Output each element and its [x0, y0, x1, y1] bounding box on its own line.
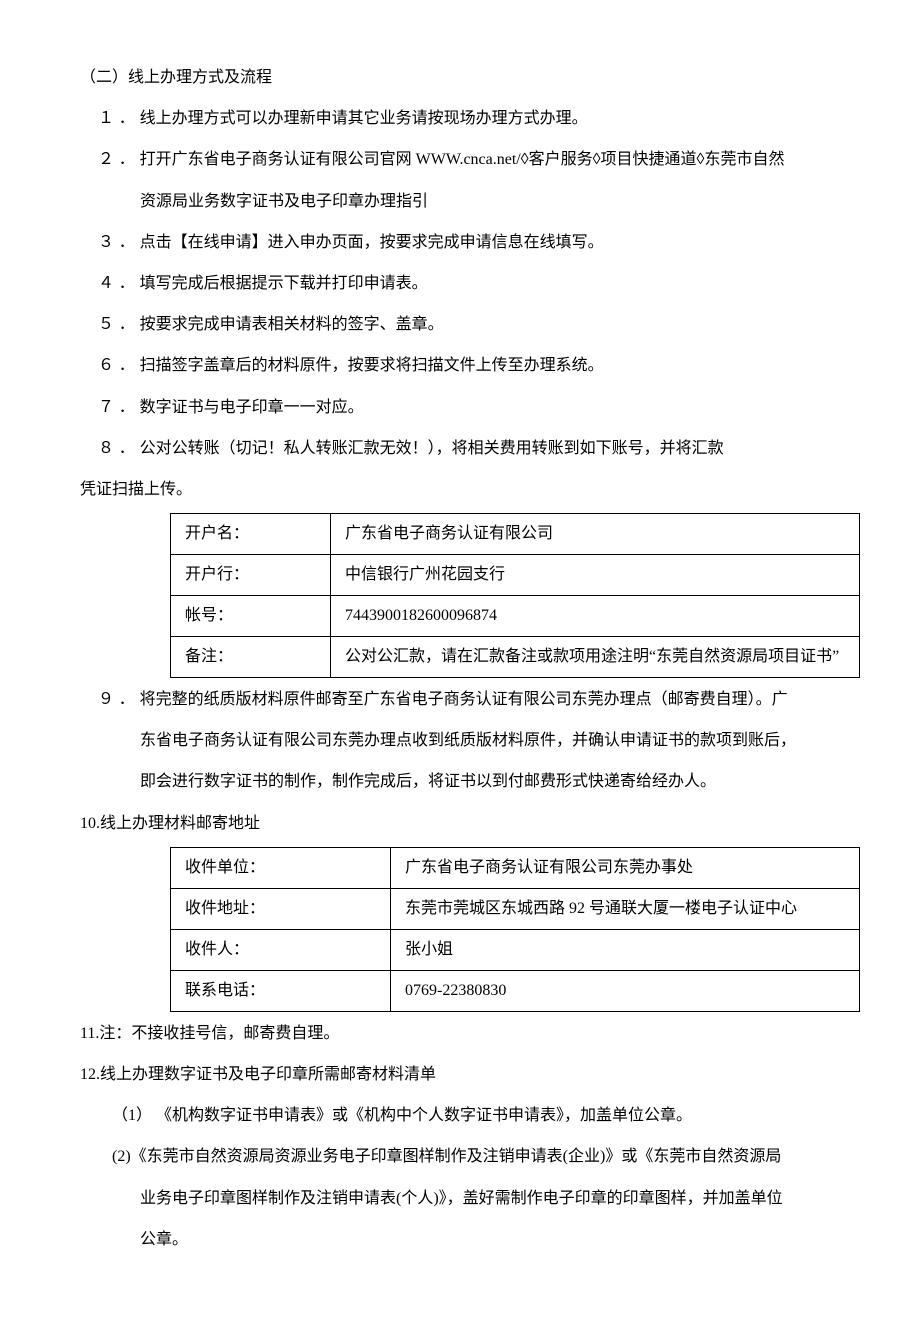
cell-label: 联系电话：	[171, 970, 391, 1011]
list-text: 点击【在线申请】进入申办页面，按要求完成申请信息在线填写。	[140, 234, 604, 251]
cell-label: 收件地址：	[171, 888, 391, 929]
cell-label: 收件人：	[171, 929, 391, 970]
list-num: １．	[98, 110, 140, 127]
cell-value: 0769-22380830	[391, 970, 860, 1011]
cell-value: 中信银行广州花园支行	[331, 555, 860, 596]
sub-item-12-1: （1） 《机构数字证书申请表》或《机构中个人数字证书申请表》，加盖单位公章。	[112, 1098, 840, 1133]
list-num: ２．	[98, 151, 140, 168]
list-text: 扫描签字盖章后的材料原件，按要求将扫描文件上传至办理系统。	[140, 357, 604, 374]
section-title: （二）线上办理方式及流程	[80, 60, 840, 95]
table-row: 帐号： 7443900182600096874	[171, 596, 860, 637]
list-num: ４．	[98, 275, 140, 292]
table-row: 收件人： 张小姐	[171, 929, 860, 970]
sub-item-12-2-cont1: 业务电子印章图样制作及注销申请表(个人)》，盖好需制作电子印章的印章图样，并加盖…	[140, 1181, 840, 1216]
list-text: 线上办理方式可以办理新申请其它业务请按现场办理方式办理。	[140, 110, 588, 127]
cell-label: 开户名：	[171, 514, 331, 555]
cell-value: 广东省电子商务认证有限公司东莞办事处	[391, 847, 860, 888]
list-item-8: ８．公对公转账（切记！私人转账汇款无效！），将相关费用转账到如下账号，并将汇款	[98, 431, 840, 466]
cell-value: 东莞市莞城区东城西路 92 号通联大厦一楼电子认证中心	[391, 888, 860, 929]
list-item-12: 12.线上办理数字证书及电子印章所需邮寄材料清单	[80, 1057, 840, 1092]
list-item-7: ７．数字证书与电子印章一一对应。	[98, 390, 840, 425]
cell-label: 备注：	[171, 637, 331, 678]
cell-label: 帐号：	[171, 596, 331, 637]
bank-info-table: 开户名： 广东省电子商务认证有限公司 开户行： 中信银行广州花园支行 帐号： 7…	[170, 513, 860, 678]
list-item-5: ５．按要求完成申请表相关材料的签字、盖章。	[98, 307, 840, 342]
table-row: 收件地址： 东莞市莞城区东城西路 92 号通联大厦一楼电子认证中心	[171, 888, 860, 929]
table-row: 开户名： 广东省电子商务认证有限公司	[171, 514, 860, 555]
list-num: ６．	[98, 357, 140, 374]
list-item-4: ４．填写完成后根据提示下载并打印申请表。	[98, 266, 840, 301]
sub-item-12-2: (2)《东莞市自然资源局资源业务电子印章图样制作及注销申请表(企业)》或《东莞市…	[112, 1139, 840, 1174]
cell-label: 收件单位：	[171, 847, 391, 888]
list-item-2: ２．打开广东省电子商务认证有限公司官网 WWW.cnca.net/◊客户服务◊项…	[98, 142, 840, 177]
list-num: ７．	[98, 399, 140, 416]
table-row: 开户行： 中信银行广州花园支行	[171, 555, 860, 596]
list-text: 按要求完成申请表相关材料的签字、盖章。	[140, 316, 444, 333]
list-text: 打开广东省电子商务认证有限公司官网 WWW.cnca.net/◊客户服务◊项目快…	[140, 151, 785, 168]
list-num: ５．	[98, 316, 140, 333]
list-item-8-cont: 凭证扫描上传。	[80, 472, 840, 507]
mailing-info-table: 收件单位： 广东省电子商务认证有限公司东莞办事处 收件地址： 东莞市莞城区东城西…	[170, 847, 860, 1012]
cell-value: 7443900182600096874	[331, 596, 860, 637]
list-item-3: ３．点击【在线申请】进入申办页面，按要求完成申请信息在线填写。	[98, 225, 840, 260]
list-text: 数字证书与电子印章一一对应。	[140, 399, 364, 416]
cell-value: 公对公汇款，请在汇款备注或款项用途注明“东莞自然资源局项目证书”	[331, 637, 860, 678]
list-text: 将完整的纸质版材料原件邮寄至广东省电子商务认证有限公司东莞办理点（邮寄费自理）。…	[140, 691, 788, 708]
list-item-2-cont: 资源局业务数字证书及电子印章办理指引	[80, 184, 840, 219]
list-num: ９．	[98, 691, 140, 708]
cell-value: 广东省电子商务认证有限公司	[331, 514, 860, 555]
list-text: 填写完成后根据提示下载并打印申请表。	[140, 275, 428, 292]
list-item-11: 11.注：不接收挂号信，邮寄费自理。	[80, 1016, 840, 1051]
list-text: 公对公转账（切记！私人转账汇款无效！），将相关费用转账到如下账号，并将汇款	[140, 440, 724, 457]
list-item-9: ９．将完整的纸质版材料原件邮寄至广东省电子商务认证有限公司东莞办理点（邮寄费自理…	[98, 682, 840, 717]
list-item-9-cont2: 即会进行数字证书的制作，制作完成后，将证书以到付邮费形式快递寄给经办人。	[80, 764, 840, 799]
list-item-10: 10.线上办理材料邮寄地址	[80, 806, 840, 841]
list-item-6: ６．扫描签字盖章后的材料原件，按要求将扫描文件上传至办理系统。	[98, 348, 840, 383]
list-num: ８．	[98, 440, 140, 457]
table-row: 收件单位： 广东省电子商务认证有限公司东莞办事处	[171, 847, 860, 888]
cell-label: 开户行：	[171, 555, 331, 596]
cell-value: 张小姐	[391, 929, 860, 970]
table-row: 备注： 公对公汇款，请在汇款备注或款项用途注明“东莞自然资源局项目证书”	[171, 637, 860, 678]
list-num: ３．	[98, 234, 140, 251]
table-row: 联系电话： 0769-22380830	[171, 970, 860, 1011]
sub-item-12-2-cont2: 公章。	[140, 1222, 840, 1257]
list-item-9-cont1: 东省电子商务认证有限公司东莞办理点收到纸质版材料原件，并确认申请证书的款项到账后…	[80, 723, 840, 758]
list-item-1: １．线上办理方式可以办理新申请其它业务请按现场办理方式办理。	[98, 101, 840, 136]
